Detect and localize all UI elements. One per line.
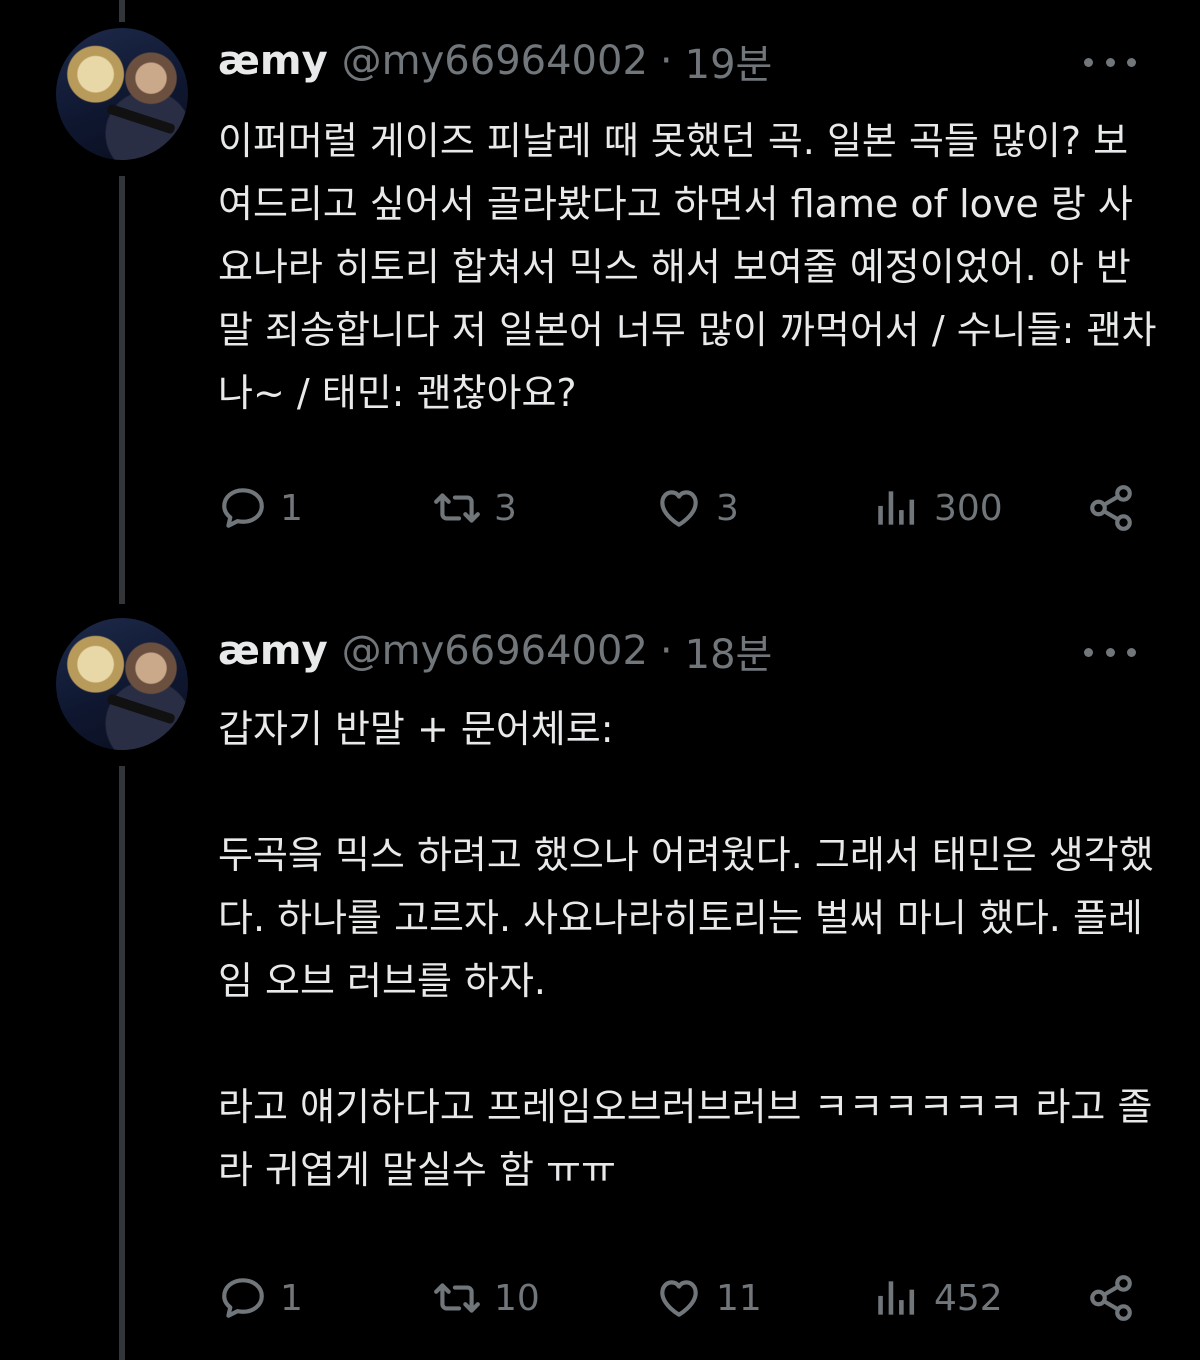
heart-icon bbox=[660, 1280, 698, 1317]
separator-dot: · bbox=[659, 38, 673, 84]
views-bar-chart-icon bbox=[878, 491, 915, 525]
reply-count: 1 bbox=[280, 1277, 303, 1319]
action-bar: 1 10 11 452 bbox=[0, 1268, 1200, 1328]
share-nodes-icon bbox=[1090, 1275, 1132, 1321]
display-name[interactable]: æmy bbox=[218, 38, 328, 84]
tweet-header: æmy @my66964002 · 18분 bbox=[218, 626, 772, 678]
reply-bubble-icon bbox=[222, 1278, 264, 1318]
share-nodes-icon bbox=[1090, 485, 1132, 531]
retweet-button[interactable]: 3 bbox=[432, 478, 517, 538]
tweet[interactable]: æmy @my66964002 · 19분 이퍼머럴 게이즈 피날레 때 못했던… bbox=[0, 0, 1200, 600]
reply-count: 1 bbox=[280, 487, 303, 529]
views-button[interactable]: 452 bbox=[872, 1268, 1003, 1328]
timestamp[interactable]: 18분 bbox=[685, 622, 773, 680]
tweet-text: 갑자기 반말 + 문어체로: 두곡읔 믹스 하려고 했으나 어려웠다. 그래서 … bbox=[218, 707, 1154, 1192]
timestamp[interactable]: 19분 bbox=[685, 32, 773, 90]
like-button[interactable]: 3 bbox=[654, 478, 739, 538]
reply-button[interactable]: 1 bbox=[218, 478, 303, 538]
reply-bubble-icon bbox=[222, 488, 264, 528]
retweet-arrows-icon bbox=[434, 1283, 480, 1313]
avatar[interactable] bbox=[56, 618, 188, 750]
tweet-header: æmy @my66964002 · 19분 bbox=[218, 36, 772, 88]
separator-dot: · bbox=[659, 628, 673, 674]
like-button[interactable]: 11 bbox=[654, 1268, 762, 1328]
heart-icon bbox=[660, 490, 698, 527]
retweet-count: 3 bbox=[494, 487, 517, 529]
user-handle[interactable]: @my66964002 bbox=[342, 38, 648, 84]
display-name[interactable]: æmy bbox=[218, 628, 328, 674]
tweet-text: 이퍼머럴 게이즈 피날레 때 못했던 곡. 일본 곡들 많이? 보여드리고 싶어… bbox=[218, 119, 1157, 415]
more-dots-icon[interactable] bbox=[1084, 642, 1136, 662]
retweet-button[interactable]: 10 bbox=[432, 1268, 540, 1328]
like-count: 11 bbox=[716, 1277, 762, 1319]
avatar[interactable] bbox=[56, 28, 188, 160]
view-count: 452 bbox=[934, 1277, 1003, 1319]
action-bar: 1 3 3 300 bbox=[0, 478, 1200, 538]
share-button[interactable] bbox=[1086, 478, 1136, 538]
reply-button[interactable]: 1 bbox=[218, 1268, 303, 1328]
retweet-arrows-icon bbox=[434, 493, 480, 523]
retweet-count: 10 bbox=[494, 1277, 540, 1319]
views-button[interactable]: 300 bbox=[872, 478, 1003, 538]
tweet[interactable]: æmy @my66964002 · 18분 갑자기 반말 + 문어체로: 두곡읔… bbox=[0, 600, 1200, 1360]
share-button[interactable] bbox=[1086, 1268, 1136, 1328]
more-dots-icon[interactable] bbox=[1084, 52, 1136, 72]
views-bar-chart-icon bbox=[878, 1281, 915, 1315]
like-count: 3 bbox=[716, 487, 739, 529]
user-handle[interactable]: @my66964002 bbox=[342, 628, 648, 674]
view-count: 300 bbox=[934, 487, 1003, 529]
